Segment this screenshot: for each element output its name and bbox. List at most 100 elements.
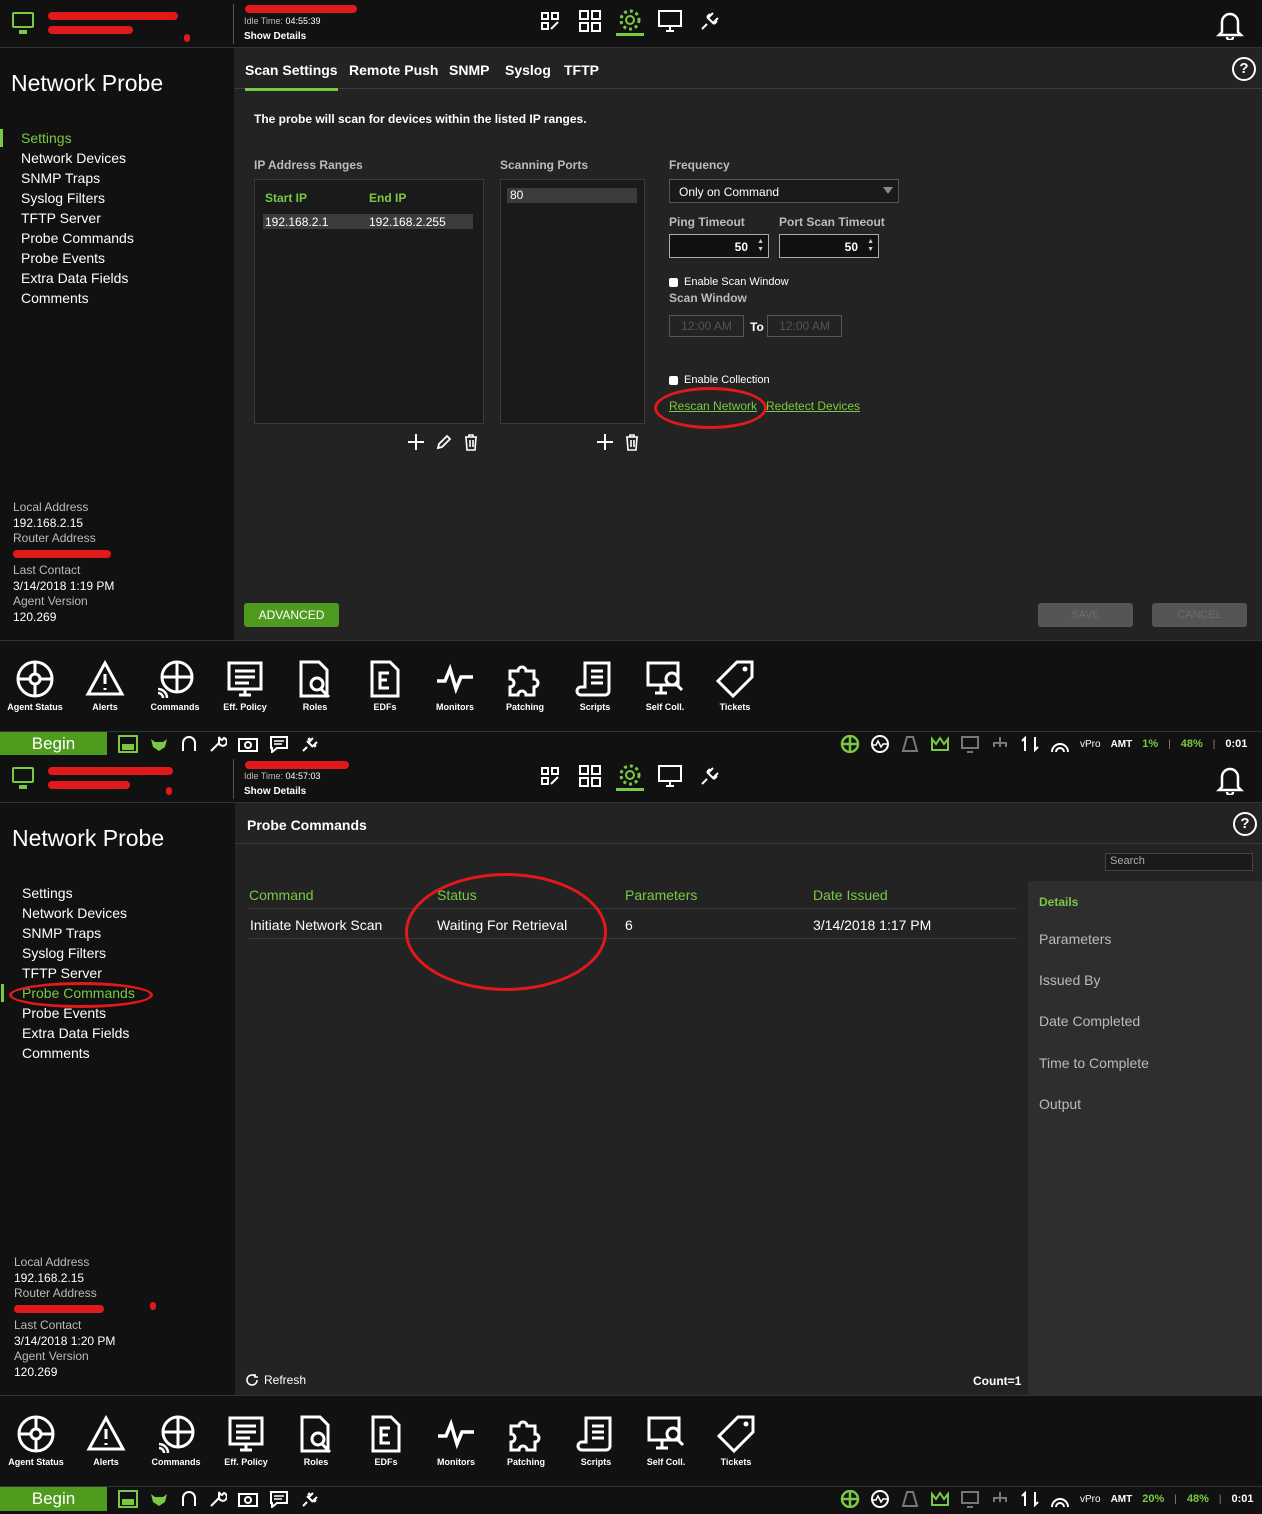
nav-alerts[interactable]: Alerts — [70, 659, 140, 712]
nav-scripts[interactable]: Scripts — [560, 659, 630, 712]
nav-eff-policy[interactable]: Eff. Policy — [210, 659, 280, 712]
show-details-link[interactable]: Show Details — [244, 786, 306, 797]
sidebar-item-settings[interactable]: Settings — [1, 883, 234, 903]
delete-icon[interactable] — [624, 433, 640, 451]
headset-icon[interactable] — [180, 735, 198, 753]
nav-self-coll[interactable]: Self Coll. — [630, 659, 700, 712]
sidebar-item-network-devices[interactable]: Network Devices — [0, 148, 233, 168]
enable-scan-window-checkbox[interactable]: Enable Scan Window — [669, 276, 789, 288]
arch-icon[interactable] — [1050, 735, 1070, 753]
ping-timeout-stepper[interactable]: 50 ▲ ▼ — [669, 234, 769, 258]
monitor-icon[interactable] — [656, 6, 684, 36]
gear-icon[interactable] — [616, 6, 644, 36]
nav-tickets[interactable]: Tickets — [701, 1414, 771, 1467]
sidebar-item-network-devices[interactable]: Network Devices — [1, 903, 234, 923]
crosshair-icon[interactable] — [840, 735, 860, 753]
stepper-arrows-icon[interactable]: ▲ ▼ — [757, 238, 764, 254]
cheetah-icon[interactable] — [149, 735, 169, 753]
scanning-ports-list[interactable]: 80 — [500, 179, 645, 424]
search-input[interactable]: Search — [1105, 853, 1253, 871]
add-icon[interactable] — [407, 433, 425, 451]
qr-edit-icon[interactable] — [536, 6, 564, 36]
save-button[interactable]: SAVE — [1038, 603, 1133, 627]
nav-commands[interactable]: Commands — [141, 1414, 211, 1467]
crown-icon[interactable] — [930, 735, 950, 753]
nav-agent-status[interactable]: Agent Status — [0, 659, 70, 712]
nav-monitors[interactable]: Monitors — [420, 659, 490, 712]
nav-edfs[interactable]: EDFs — [350, 659, 420, 712]
delete-icon[interactable] — [463, 433, 479, 451]
nav-roles[interactable]: Roles — [280, 659, 350, 712]
tab-tftp[interactable]: TFTP — [564, 62, 599, 78]
add-icon[interactable] — [596, 433, 614, 451]
help-icon[interactable]: ? — [1232, 57, 1256, 81]
nav-tickets[interactable]: Tickets — [700, 659, 770, 712]
cone-icon[interactable] — [900, 735, 920, 753]
redetect-devices-link[interactable]: Redetect Devices — [766, 399, 860, 413]
nav-patching[interactable]: Patching — [491, 1414, 561, 1467]
refresh-button[interactable]: Refresh — [245, 1373, 306, 1387]
sidebar-item-probe-events[interactable]: Probe Events — [0, 248, 233, 268]
tab-snmp[interactable]: SNMP — [449, 62, 489, 78]
frequency-select[interactable]: Only on Command — [669, 179, 899, 203]
nav-self-coll[interactable]: Self Coll. — [631, 1414, 701, 1467]
grid-icon[interactable] — [576, 761, 604, 791]
nav-patching[interactable]: Patching — [490, 659, 560, 712]
nav-monitors[interactable]: Monitors — [421, 1414, 491, 1467]
plug-icon[interactable] — [300, 1490, 320, 1508]
monitor-icon[interactable] — [12, 767, 34, 789]
cancel-button[interactable]: CANCEL — [1152, 603, 1247, 627]
wrench-icon[interactable] — [209, 735, 227, 753]
scan-window-start-input[interactable]: 12:00 AM — [669, 315, 744, 337]
gear-icon[interactable] — [616, 761, 644, 791]
crown-icon[interactable] — [930, 1490, 950, 1508]
nav-roles[interactable]: Roles — [281, 1414, 351, 1467]
qr-edit-icon[interactable] — [536, 761, 564, 791]
sidebar-item-tftp-server[interactable]: TFTP Server — [0, 208, 233, 228]
nav-commands[interactable]: Commands — [140, 659, 210, 712]
column-date-issued[interactable]: Date Issued — [813, 887, 888, 903]
tab-scan-settings[interactable]: Scan Settings — [245, 62, 338, 91]
ip-range-row[interactable]: 192.168.2.1 192.168.2.255 — [263, 214, 473, 229]
crosshair-icon[interactable] — [840, 1490, 860, 1508]
vpro-icon[interactable] — [118, 735, 138, 753]
edit-icon[interactable] — [435, 433, 453, 451]
network-tree-icon[interactable] — [990, 1490, 1010, 1508]
nav-alerts[interactable]: Alerts — [71, 1414, 141, 1467]
sidebar-item-snmp-traps[interactable]: SNMP Traps — [0, 168, 233, 188]
sidebar-item-probe-commands[interactable]: Probe Commands — [0, 228, 233, 248]
bell-icon[interactable] — [1215, 8, 1245, 45]
plug-icon[interactable] — [696, 6, 724, 36]
transfer-icon[interactable] — [1020, 735, 1040, 753]
plug-icon[interactable] — [300, 735, 320, 753]
sidebar-item-comments[interactable]: Comments — [1, 1043, 234, 1063]
help-icon[interactable]: ? — [1233, 812, 1257, 836]
begin-button[interactable]: Begin — [0, 1487, 107, 1511]
stepper-arrows-icon[interactable]: ▲ ▼ — [867, 238, 874, 254]
chat-icon[interactable] — [269, 735, 289, 753]
column-parameters[interactable]: Parameters — [625, 887, 697, 903]
plug-icon[interactable] — [696, 761, 724, 791]
vpro-icon[interactable] — [118, 1490, 138, 1508]
network-tree-icon[interactable] — [990, 735, 1010, 753]
cone-icon[interactable] — [900, 1490, 920, 1508]
headset-icon[interactable] — [180, 1490, 198, 1508]
nav-edfs[interactable]: EDFs — [351, 1414, 421, 1467]
nav-eff-policy[interactable]: Eff. Policy — [211, 1414, 281, 1467]
sidebar-item-settings[interactable]: Settings — [0, 128, 233, 148]
show-details-link[interactable]: Show Details — [244, 31, 306, 42]
camera-icon[interactable] — [238, 1490, 258, 1508]
pulse-circle-icon[interactable] — [870, 1490, 890, 1508]
wrench-icon[interactable] — [209, 1490, 227, 1508]
sidebar-item-extra-data-fields[interactable]: Extra Data Fields — [0, 268, 233, 288]
sidebar-item-syslog-filters[interactable]: Syslog Filters — [0, 188, 233, 208]
monitor-icon[interactable] — [656, 761, 684, 791]
chat-icon[interactable] — [269, 1490, 289, 1508]
nav-agent-status[interactable]: Agent Status — [1, 1414, 71, 1467]
cheetah-icon[interactable] — [149, 1490, 169, 1508]
nav-scripts[interactable]: Scripts — [561, 1414, 631, 1467]
remote-desktop-icon[interactable] — [960, 1490, 980, 1508]
advanced-button[interactable]: ADVANCED — [244, 603, 339, 627]
column-command[interactable]: Command — [249, 887, 314, 903]
sidebar-item-tftp-server[interactable]: TFTP Server — [1, 963, 234, 983]
